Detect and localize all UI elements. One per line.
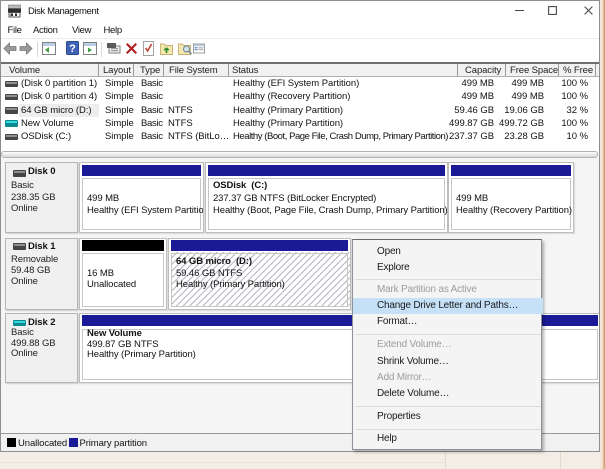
svg-text:?: ? — [69, 43, 76, 55]
